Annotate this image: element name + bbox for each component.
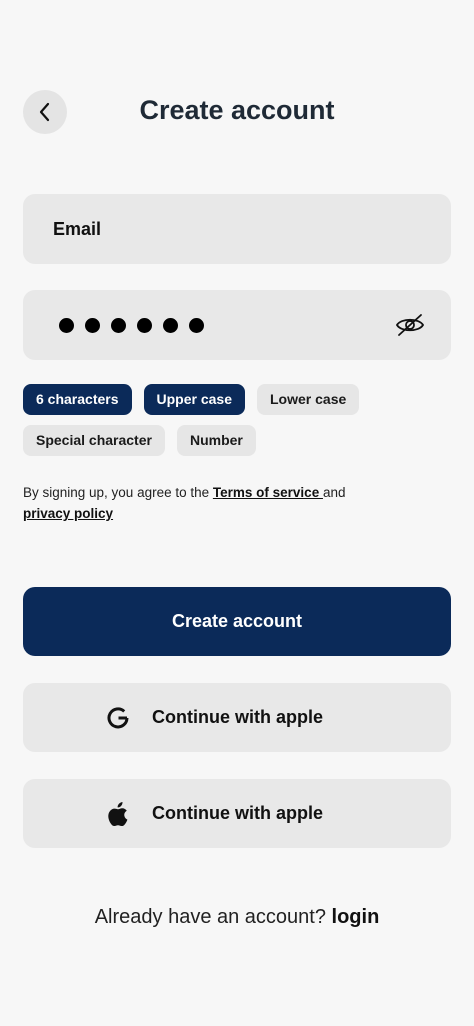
create-account-button[interactable]: Create account: [23, 587, 451, 656]
apple-button-label: Continue with apple: [152, 803, 323, 823]
requirement-chip-6-characters: 6 characters: [23, 384, 132, 415]
email-field[interactable]: [23, 194, 451, 264]
password-dot: [137, 317, 152, 333]
requirement-chip-number: Number: [176, 425, 256, 456]
privacy-policy-link[interactable]: privacy policy: [23, 506, 113, 521]
requirement-chip-lower-case: Lower case: [257, 384, 360, 415]
google-icon: [107, 707, 129, 729]
terms-of-service-link[interactable]: Terms of service: [213, 485, 323, 500]
password-requirements: 6 characters Upper case Lower case Speci…: [23, 384, 453, 466]
password-dot: [189, 317, 204, 333]
google-button-label: Continue with apple: [152, 707, 323, 727]
terms-middle: and: [322, 485, 346, 500]
create-account-screen: Create account 6 characters Upper case L…: [0, 0, 474, 1026]
password-dot: [111, 317, 126, 333]
page-title: Create account: [139, 95, 335, 125]
terms-notice: By signing up, you agree to the Terms of…: [23, 482, 453, 524]
continue-with-google-button[interactable]: Continue with apple: [23, 683, 451, 752]
password-field[interactable]: [23, 290, 451, 360]
terms-prefix: By signing up, you agree to the: [23, 485, 213, 500]
login-link[interactable]: login: [332, 906, 380, 928]
email-field-container: [23, 194, 451, 264]
requirement-chip-upper-case: Upper case: [143, 384, 245, 415]
login-prompt-text: Already have an account?: [94, 906, 332, 928]
login-prompt: Already have an account? login: [0, 906, 474, 929]
password-dot: [163, 317, 178, 333]
continue-with-apple-button[interactable]: Continue with apple: [23, 779, 451, 848]
password-dot: [59, 317, 74, 333]
apple-icon: [108, 802, 128, 827]
requirement-chip-special-character: Special character: [23, 425, 165, 456]
eye-off-icon: [395, 314, 425, 336]
password-dot: [85, 317, 100, 333]
requirements-row: Special character Number: [23, 425, 453, 456]
requirements-row: 6 characters Upper case Lower case: [23, 384, 453, 415]
password-dots: [59, 290, 204, 360]
password-visibility-toggle[interactable]: [395, 312, 425, 338]
